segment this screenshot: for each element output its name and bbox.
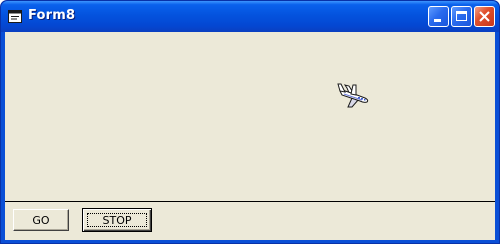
- stop-button-label: STOP: [102, 213, 132, 227]
- title-bar[interactable]: Form8: [1, 1, 499, 32]
- go-button[interactable]: GO: [13, 209, 69, 231]
- airplane-icon: [337, 83, 369, 108]
- close-button[interactable]: [474, 6, 495, 27]
- window-title: Form8: [28, 8, 76, 23]
- maximize-icon: [456, 11, 467, 21]
- go-button-label: GO: [32, 213, 50, 227]
- minimize-button[interactable]: [428, 6, 449, 27]
- stop-button[interactable]: STOP: [82, 208, 152, 232]
- maximize-button[interactable]: [451, 6, 472, 27]
- minimize-icon: [434, 19, 441, 22]
- form8-window: Form8 GO STOP: [0, 0, 500, 244]
- divider-line: [5, 201, 495, 202]
- app-icon[interactable]: [8, 10, 22, 23]
- close-icon: [479, 11, 490, 22]
- form-client-area: GO STOP: [5, 32, 495, 240]
